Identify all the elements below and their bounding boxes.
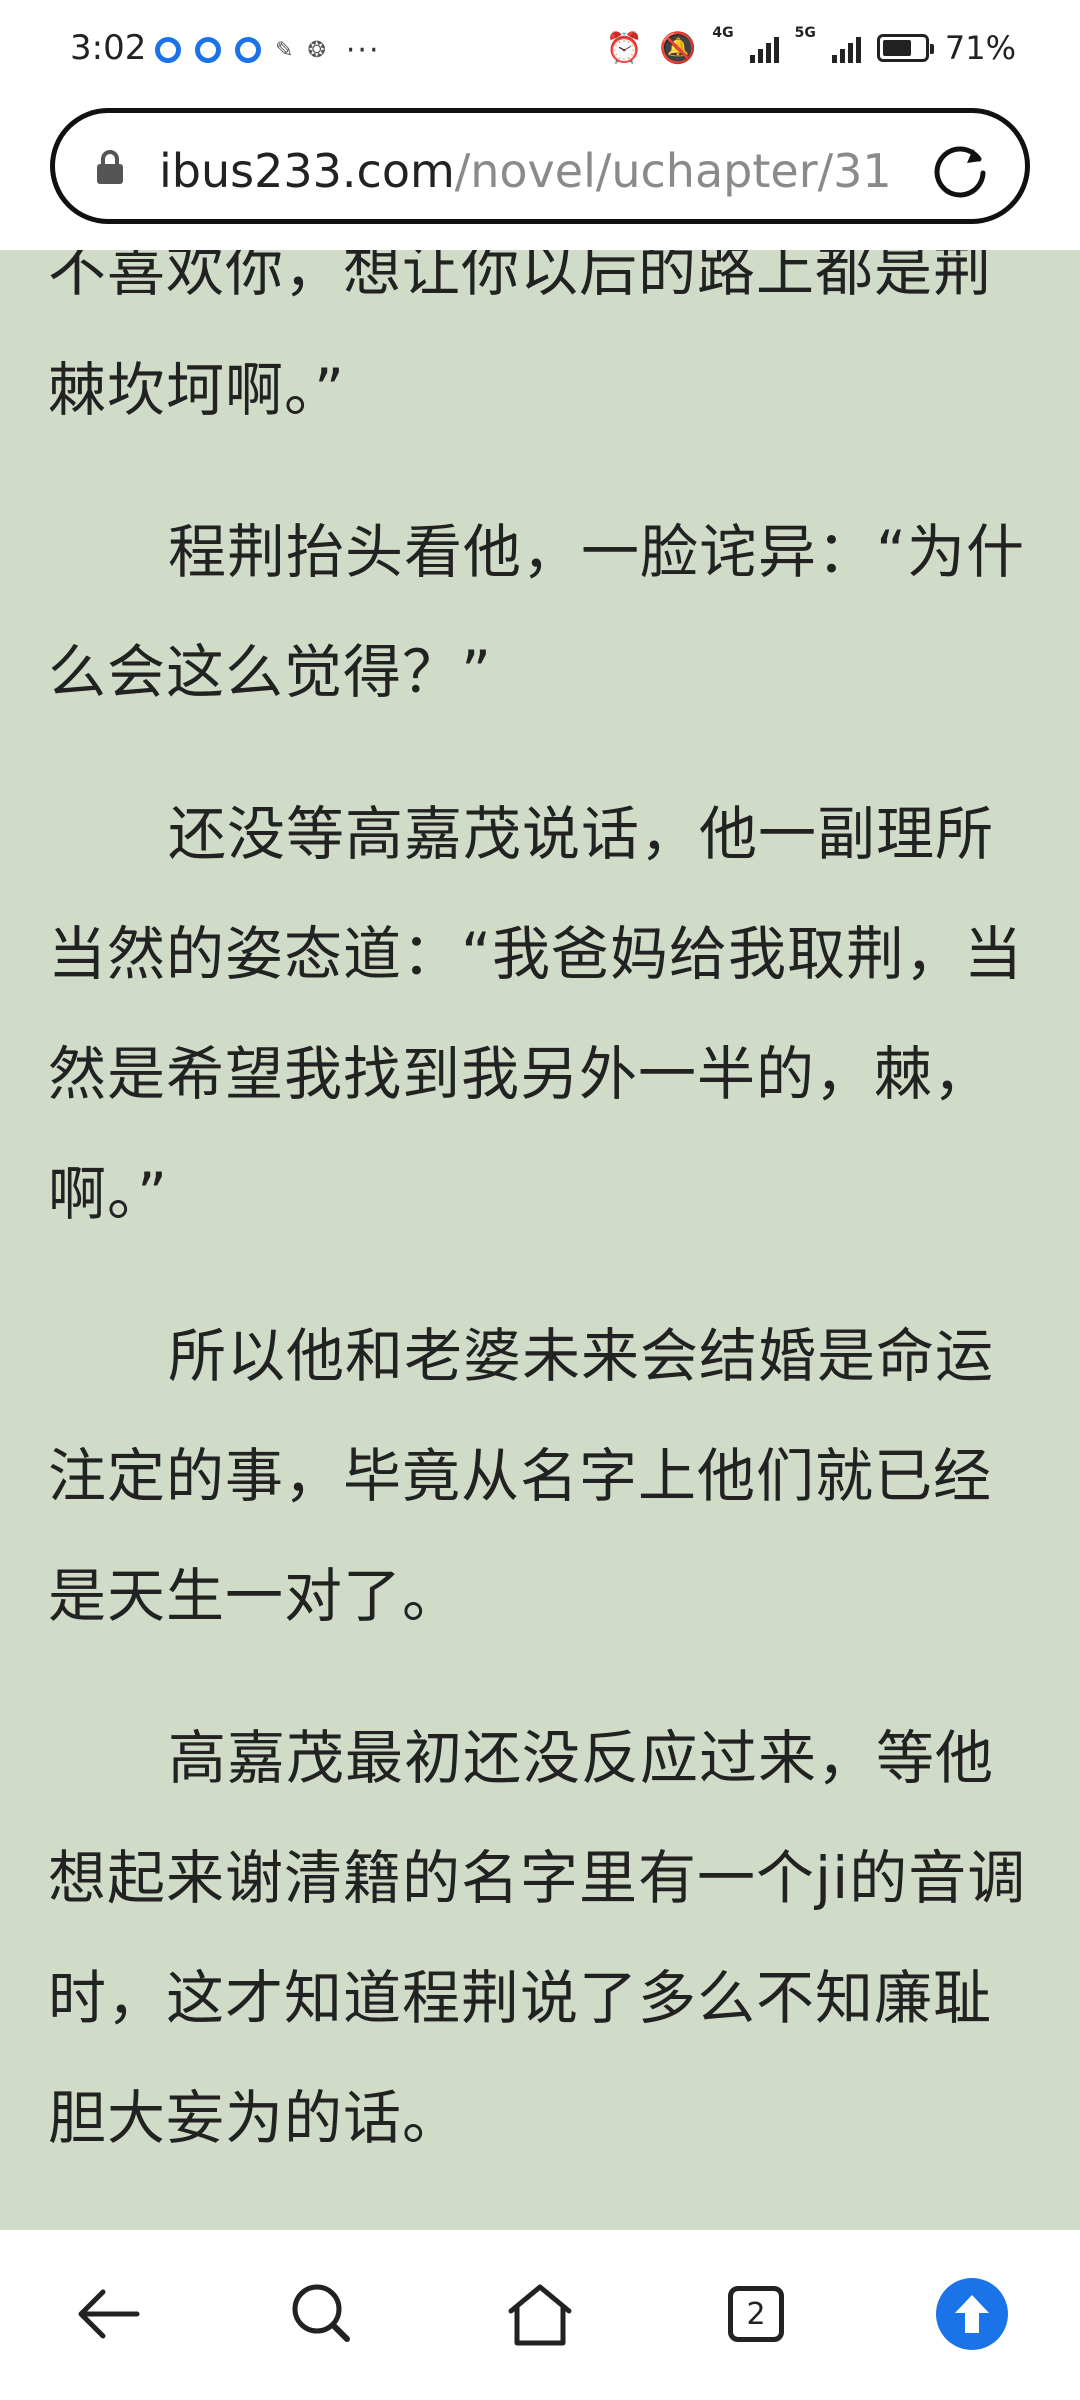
paragraph: 还没等高嘉茂说话，他一副理所当然的姿态道：“我爸妈给我取荆，当然是希望我找到我另…	[48, 800, 1024, 1228]
search-button[interactable]	[282, 2274, 362, 2354]
system-status-icons: ⏰ 🔕 4G 5G 71%	[606, 26, 1016, 70]
notification-app-icon	[155, 37, 181, 63]
search-icon	[292, 2284, 350, 2342]
notification-app-icon	[235, 37, 261, 63]
url-host: ibus233.com	[159, 144, 455, 198]
notification-misc-icon: ❂	[307, 37, 326, 63]
chapter-content[interactable]: 不喜欢你，想让你以后的路上都是荆棘坎坷啊。” 程荆抬头看他，一脸诧异：“为什么会…	[0, 250, 1080, 2230]
home-button[interactable]	[500, 2274, 580, 2354]
alarm-icon: ⏰	[605, 30, 644, 66]
status-time: 3:02	[70, 28, 147, 68]
home-icon	[508, 2284, 572, 2346]
url-text[interactable]: ibus233.com/novel/uchapter/31	[159, 141, 929, 201]
address-bar[interactable]: ibus233.com/novel/uchapter/31	[50, 108, 1030, 224]
lock-icon	[97, 150, 123, 184]
signal-icon	[831, 33, 861, 63]
status-bar: 3:02 ✎ ❂ ··· ⏰ 🔕 4G 5G 71%	[0, 0, 1080, 105]
signal-icon	[749, 33, 779, 63]
reload-icon[interactable]	[929, 139, 991, 201]
scroll-to-top-button[interactable]	[932, 2274, 1012, 2354]
tabs-button[interactable]: 2	[716, 2274, 796, 2354]
url-path: /novel/uchapter/31	[454, 144, 892, 198]
back-arrow-icon	[78, 2289, 140, 2339]
back-button[interactable]	[68, 2274, 148, 2354]
battery-percent: 71%	[944, 29, 1016, 67]
tab-count: 2	[746, 2296, 766, 2332]
notification-misc-icon: ✎	[275, 37, 294, 63]
battery-icon	[876, 34, 934, 62]
tabs-icon: 2	[728, 2286, 784, 2342]
paragraph: 高嘉茂最初还没反应过来，等他想起来谢清籍的名字里有一个ji的音调时，这才知道程荆…	[48, 1724, 1027, 2152]
paragraph: 所以他和老婆未来会结婚是命运注定的事，毕竟从名字上他们就已经是天生一对了。	[48, 1322, 995, 1630]
paragraph: 不喜欢你，想让你以后的路上都是荆棘坎坷啊。”	[48, 250, 993, 424]
network-5g-label: 5G	[794, 25, 816, 41]
paragraph: 程荆抬头看他，一脸诧异：“为什么会这么觉得？”	[48, 518, 1026, 706]
more-notifications-icon: ···	[345, 32, 381, 68]
notification-app-icon	[195, 37, 221, 63]
bottom-navigation: 2	[0, 2232, 1080, 2400]
notification-icons: ✎ ❂ ···	[155, 30, 380, 70]
battery-fill	[882, 40, 912, 56]
network-4g-label: 4G	[712, 25, 734, 41]
mute-icon: 🔕	[659, 30, 697, 66]
arrow-up-circle-icon	[936, 2278, 1008, 2350]
